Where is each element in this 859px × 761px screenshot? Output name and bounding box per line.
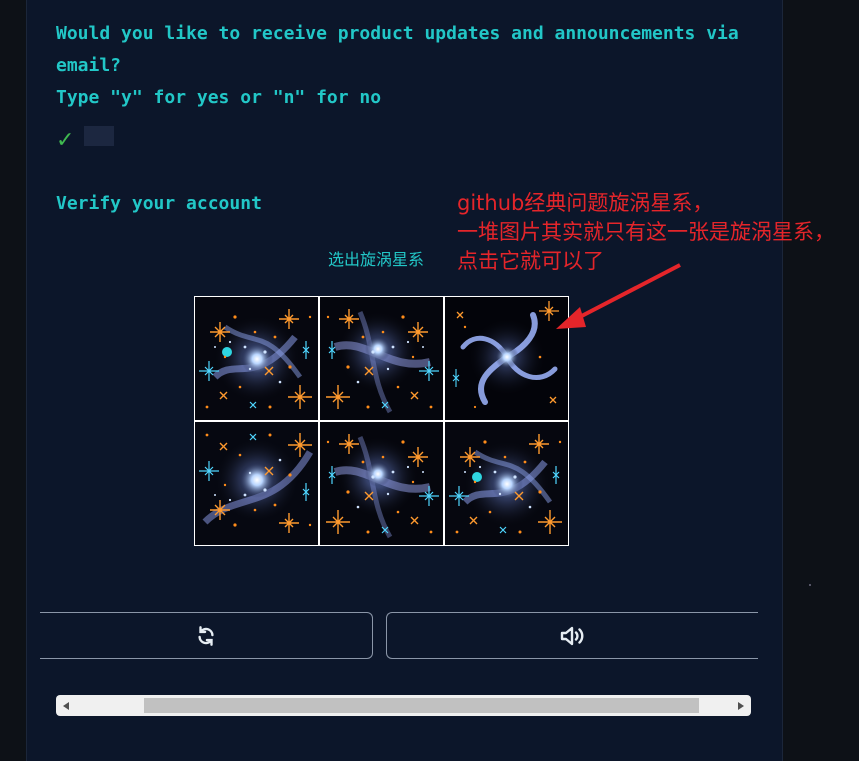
prompt-line-2: email? <box>56 55 122 76</box>
volume-icon <box>560 626 583 645</box>
check-icon: ✓ <box>56 128 75 153</box>
verify-heading: Verify your account <box>56 193 262 214</box>
scrollbar-thumb[interactable] <box>144 698 699 713</box>
horizontal-scrollbar[interactable] <box>56 695 751 716</box>
captcha-tile-5[interactable] <box>320 422 443 545</box>
audio-challenge-button[interactable] <box>386 612 758 659</box>
captcha-tile-6[interactable] <box>445 422 568 545</box>
annotation-line-2: 一堆图片其实就只有这一张是旋涡星系， <box>457 220 835 244</box>
captcha-title: 选出旋涡星系 <box>328 250 425 269</box>
captcha-tile-2[interactable] <box>320 297 443 420</box>
email-prompt: Would you like to receive product update… <box>56 18 756 114</box>
refresh-icon <box>198 625 214 646</box>
answer-input[interactable] <box>84 126 114 146</box>
captcha-tile-1[interactable] <box>195 297 318 420</box>
annotation-arrow <box>556 263 681 329</box>
decorative-dot <box>809 584 811 586</box>
refresh-button[interactable] <box>40 612 373 659</box>
annotation-line-1: github经典问题旋涡星系， <box>457 191 714 215</box>
captcha-tile-4[interactable] <box>195 422 318 545</box>
prompt-line-3: Type "y" for yes or "n" for no <box>56 87 382 108</box>
scroll-left-icon[interactable] <box>58 695 74 716</box>
captcha-grid <box>194 296 569 546</box>
prompt-line-1: Would you like to receive product update… <box>56 23 739 44</box>
scroll-right-icon[interactable] <box>733 695 749 716</box>
